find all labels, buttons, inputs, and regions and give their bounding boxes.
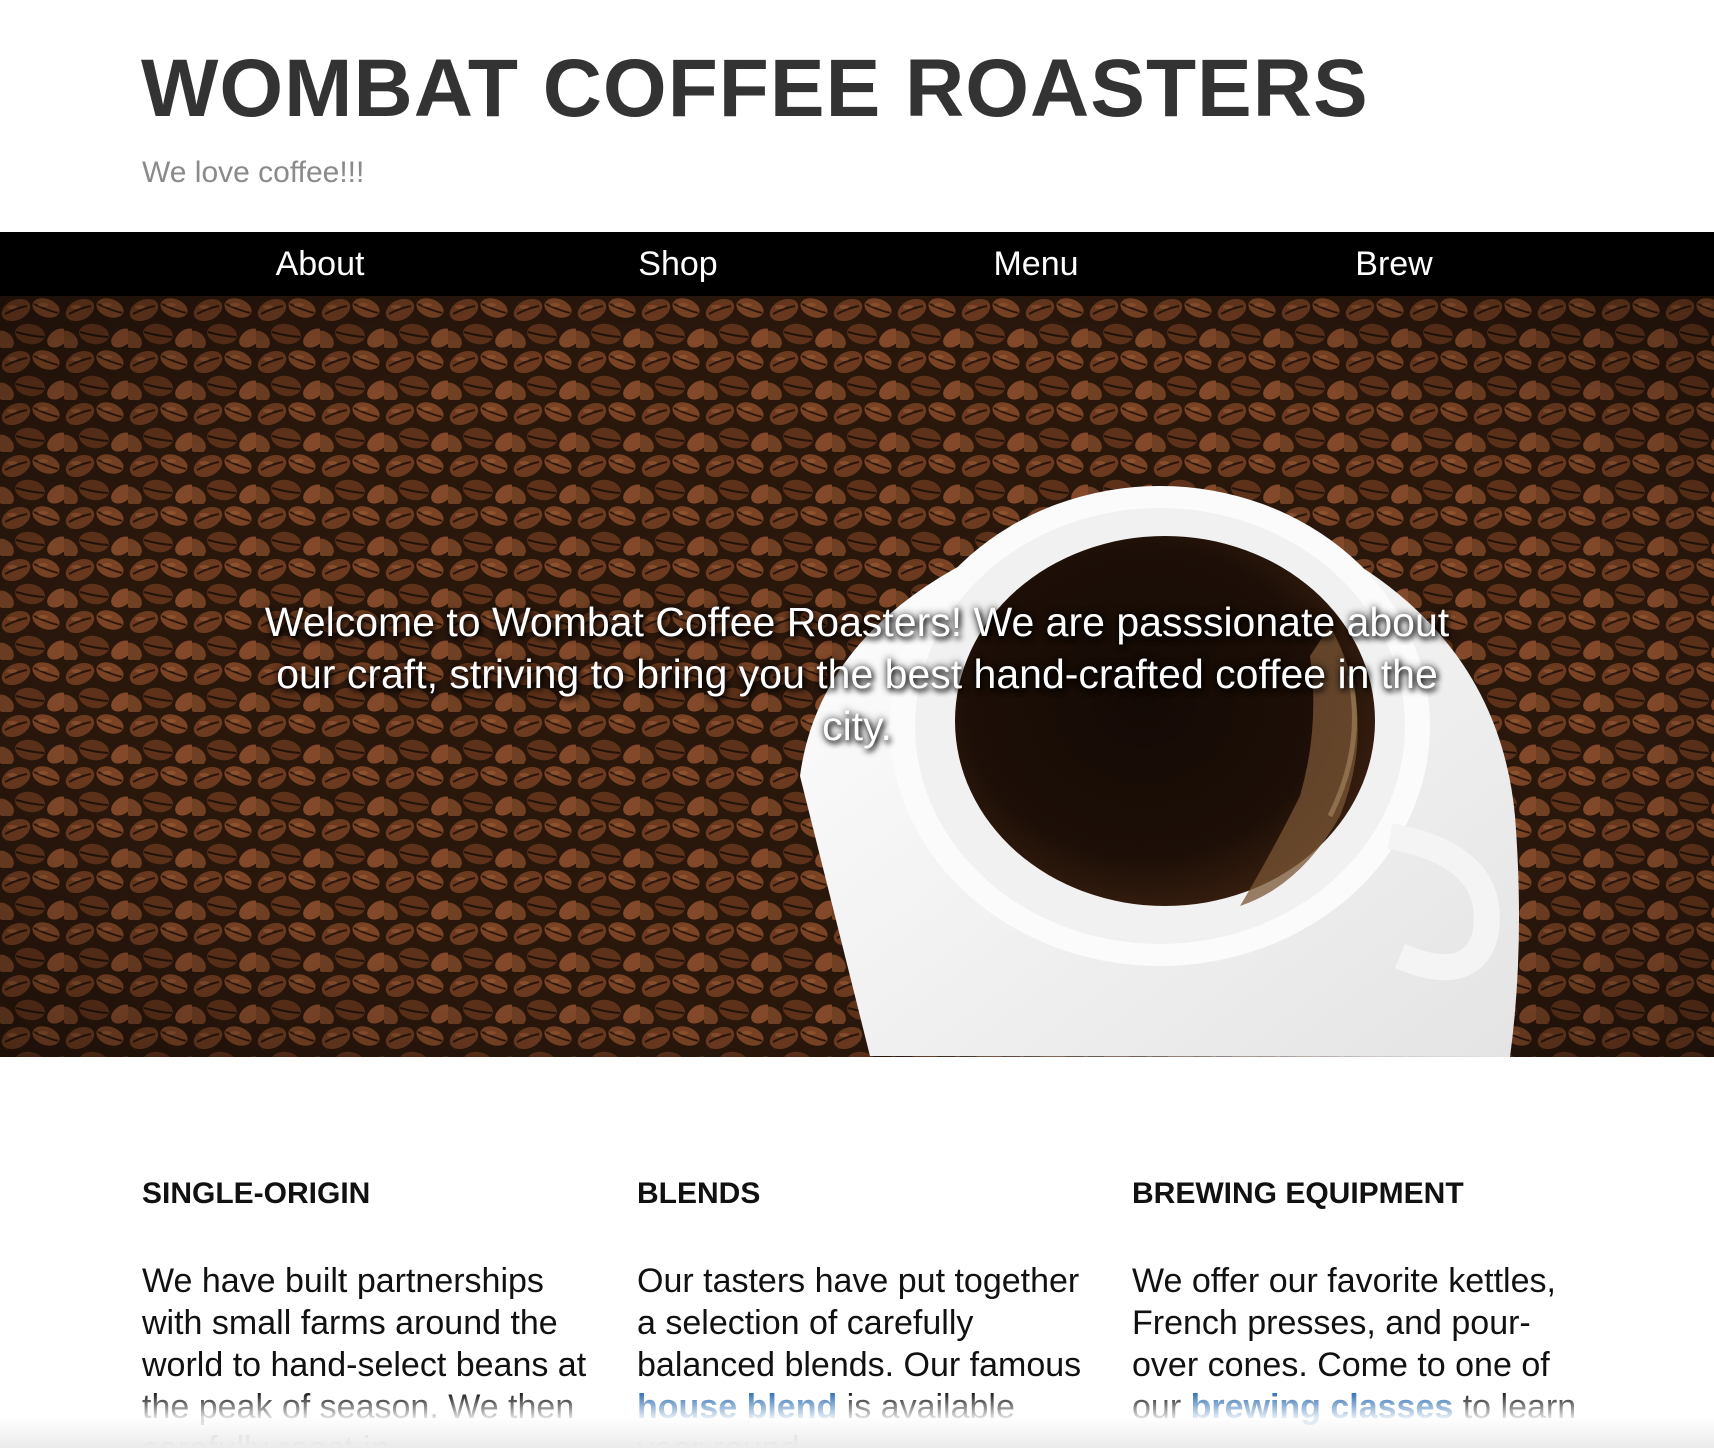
site-header: WOMBAT COFFEE ROASTERS We love coffee!!! — [0, 0, 1714, 232]
feature-text-tail: to learn — [1453, 1388, 1577, 1426]
feature-text: We offer our favorite kettles, French pr… — [1132, 1260, 1582, 1428]
nav-link-shop[interactable]: Shop — [638, 232, 717, 296]
nav-link-menu[interactable]: Menu — [993, 232, 1078, 296]
feature-text: We have built partnerships with small fa… — [142, 1260, 592, 1448]
feature-heading: SINGLE-ORIGIN — [142, 1177, 371, 1210]
site-title: WOMBAT COFFEE ROASTERS — [141, 43, 1369, 134]
hero-welcome-text: Welcome to Wombat Coffee Roasters! We ar… — [264, 599, 1450, 749]
feature-heading: BLENDS — [637, 1177, 761, 1210]
feature-text-body: We have built partnerships with small fa… — [142, 1262, 587, 1448]
feature-heading: BREWING EQUIPMENT — [1132, 1177, 1464, 1210]
feature-text: Our tasters have put together a selectio… — [637, 1260, 1087, 1448]
site-tagline: We love coffee!!! — [142, 156, 365, 189]
nav-link-brew[interactable]: Brew — [1355, 232, 1432, 296]
main-nav: About Shop Menu Brew — [0, 232, 1714, 296]
nav-link-about[interactable]: About — [276, 232, 365, 296]
hero-banner: Welcome to Wombat Coffee Roasters! We ar… — [0, 296, 1714, 1057]
house-blend-link[interactable]: house blend — [637, 1388, 837, 1426]
features-section: SINGLE-ORIGIN We have built partnerships… — [0, 1057, 1714, 1448]
feature-text-body: Our tasters have put together a selectio… — [637, 1262, 1082, 1384]
brewing-classes-link[interactable]: brewing classes — [1191, 1388, 1454, 1426]
